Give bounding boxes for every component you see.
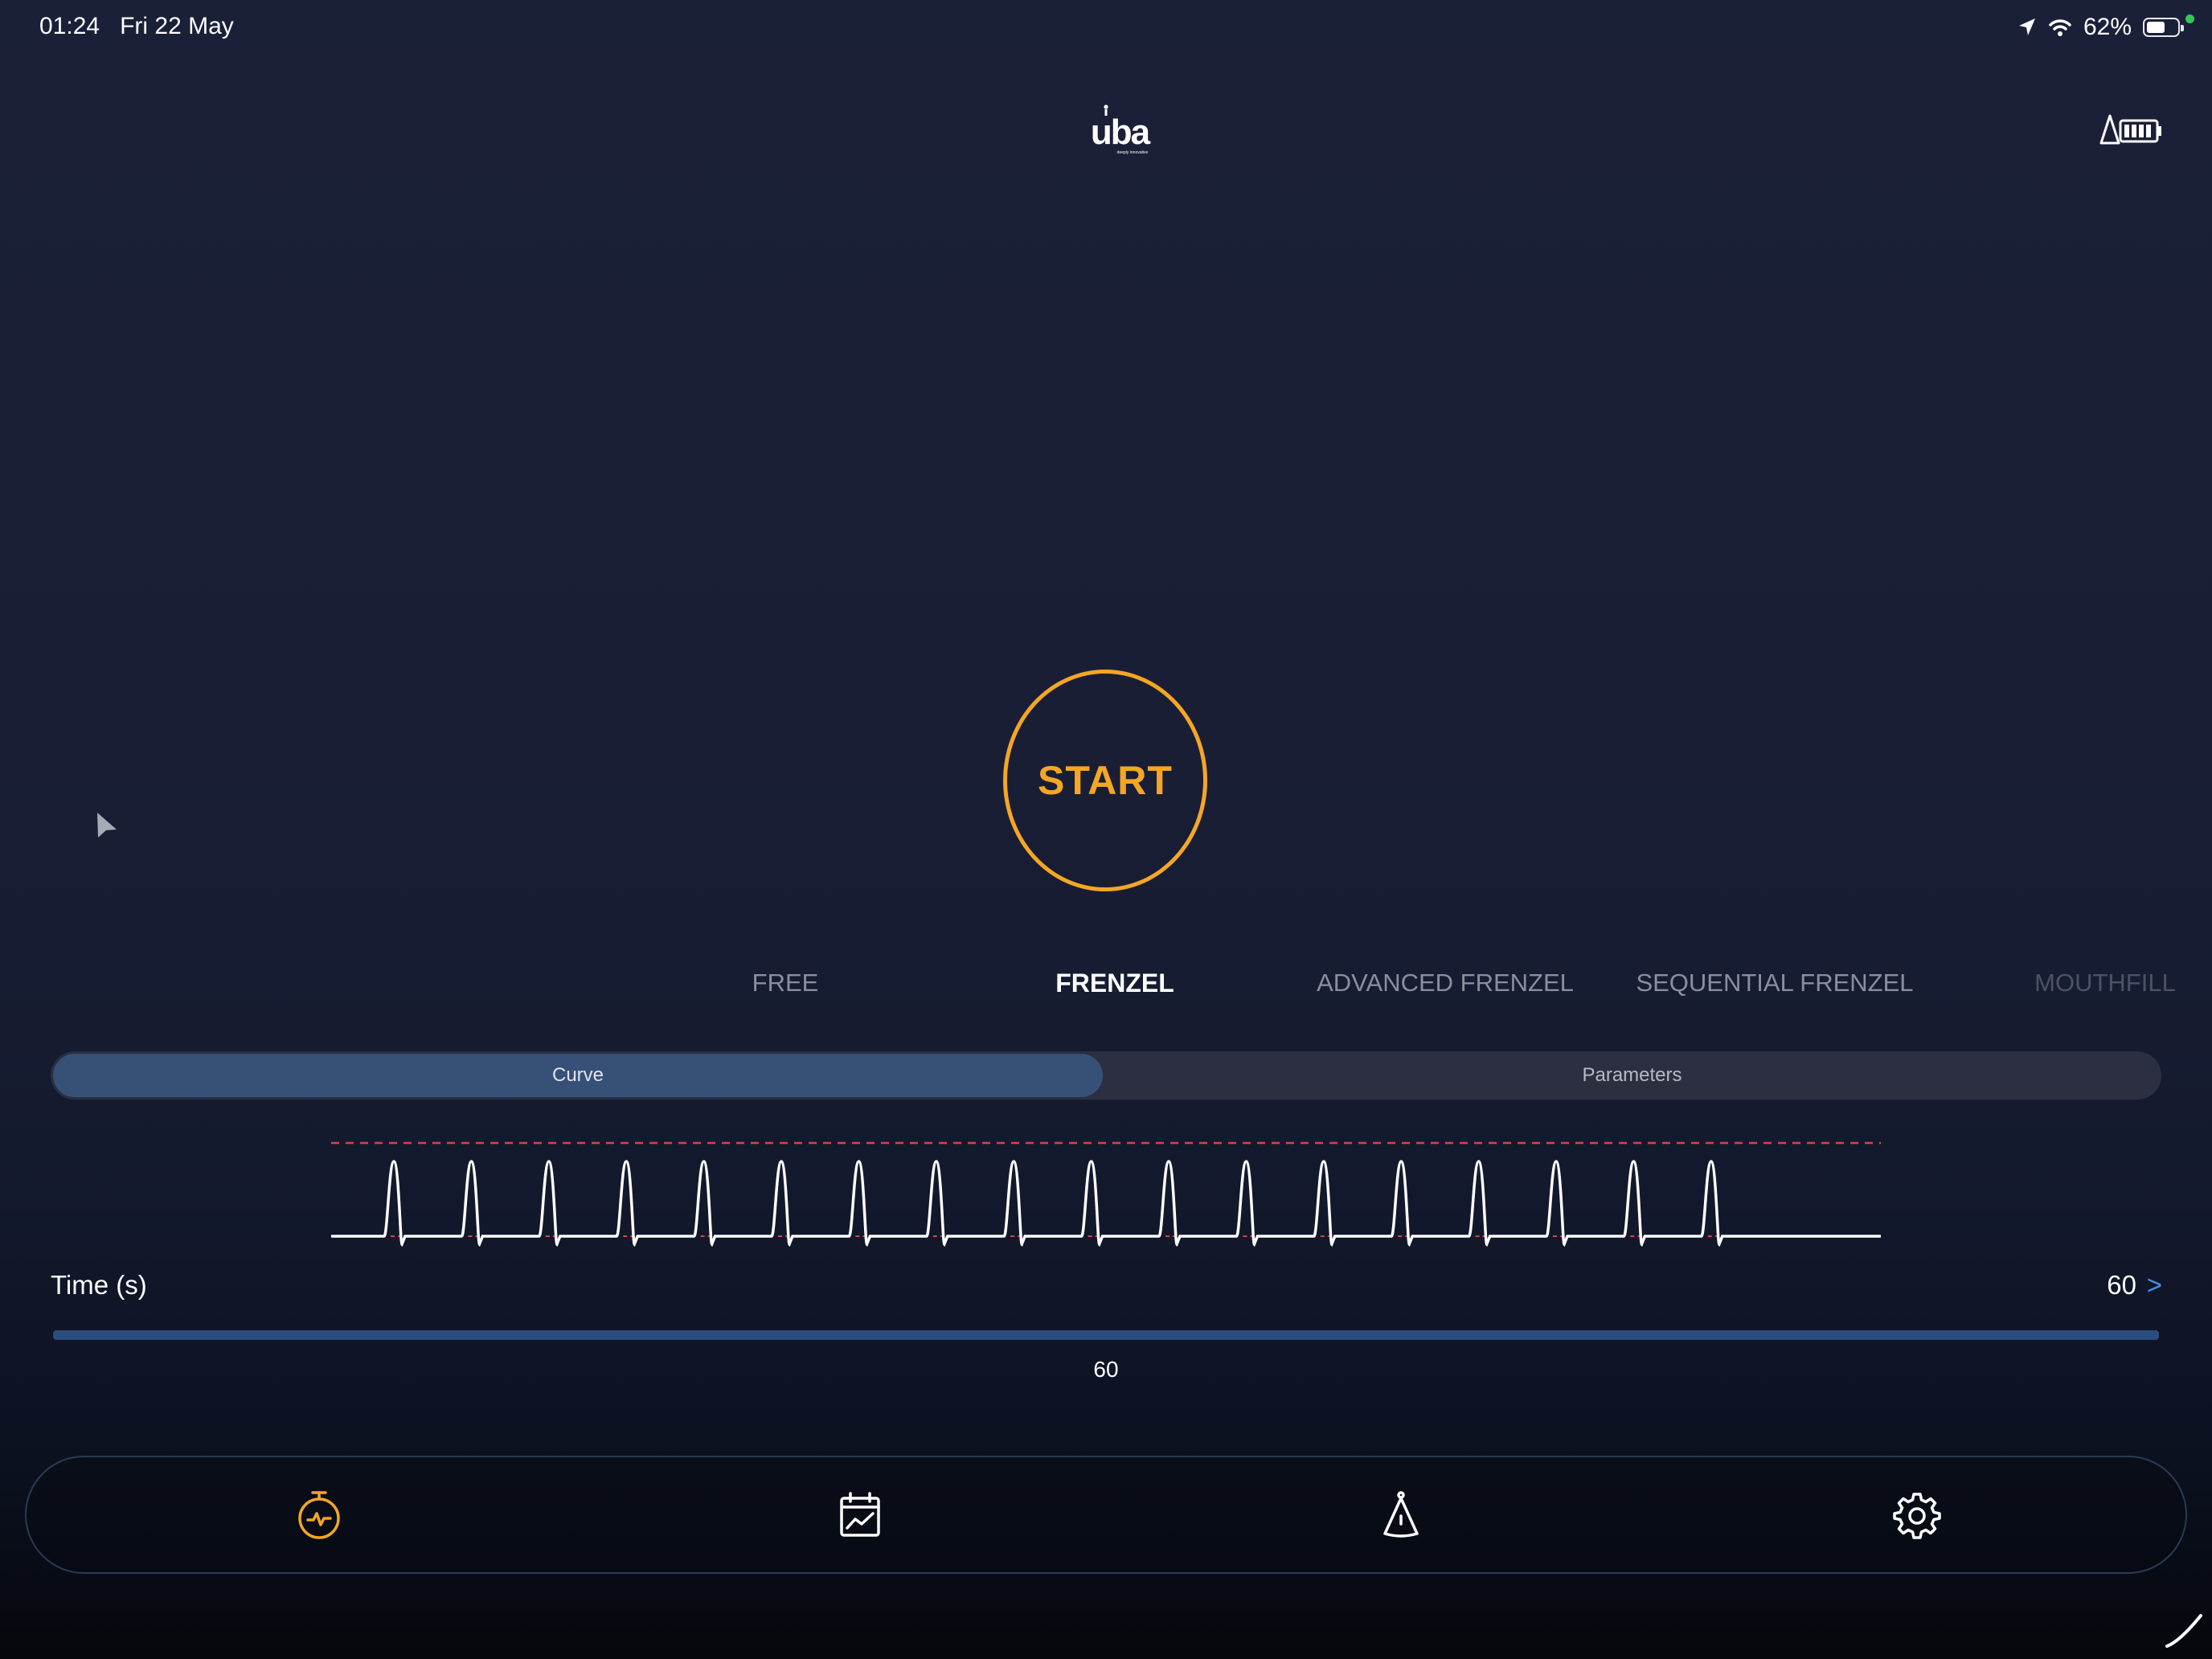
segment-curve[interactable]: Curve (53, 1054, 1103, 1097)
start-button-label: START (1038, 758, 1173, 803)
time-setting-value[interactable]: 60 (2107, 1270, 2136, 1301)
wifi-icon (2049, 19, 2071, 36)
time-setting-chevron-icon[interactable]: > (2147, 1270, 2162, 1301)
mode-tab-mouthfill[interactable]: MOUTHFILL (2034, 969, 2176, 997)
cone-sensor-icon (1383, 1490, 1419, 1538)
segment-curve-label: Curve (551, 1064, 604, 1086)
mode-tab-free[interactable]: FREE (752, 969, 819, 997)
stopwatch-icon (298, 1490, 340, 1539)
curve-parameters-segmented-control: Curve Parameters (51, 1051, 2161, 1100)
mode-tab-advanced-frenzel[interactable]: ADVANCED FRENZEL (1317, 969, 1574, 997)
bottom-tab-bar (25, 1456, 2187, 1574)
battery-percent: 62% (2083, 14, 2132, 40)
start-button[interactable]: START (1003, 670, 1207, 891)
pressure-curve-preview (331, 1141, 1881, 1247)
curve-pulse-line (331, 1160, 1881, 1247)
curve-pulses (331, 1160, 1881, 1247)
time-slider-value-text: 60 (1093, 1357, 1119, 1382)
mode-tab-sequential-frenzel[interactable]: SEQUENTIAL FRENZEL (1636, 969, 1913, 997)
pointer-cursor-icon (97, 813, 117, 838)
uba-logo: uba deeply innovative (1091, 104, 1153, 155)
segment-parameters[interactable]: Parameters (1103, 1051, 2161, 1100)
time-slider[interactable] (53, 1330, 2159, 1340)
battery-icon (2143, 14, 2194, 37)
mode-tab-frenzel[interactable]: FRENZEL (1055, 969, 1174, 998)
calendar-chart-icon (840, 1491, 880, 1537)
status-indicators: 62% (2017, 11, 2194, 43)
tab-history[interactable] (812, 1457, 908, 1572)
status-time: 01:24 (39, 13, 100, 39)
logo-wordmark: uba (1091, 113, 1151, 152)
tab-training[interactable] (271, 1457, 367, 1572)
segment-parameters-label: Parameters (1582, 1064, 1682, 1086)
status-date: Fri 22 May (120, 13, 234, 39)
status-time-date: 01:24 Fri 22 May (39, 13, 234, 40)
tab-device[interactable] (1353, 1457, 1449, 1572)
tab-settings[interactable] (1869, 1457, 1965, 1572)
device-battery-icon[interactable] (2099, 113, 2164, 148)
pencil-indicator-icon (2165, 1614, 2202, 1648)
location-arrow-icon (2018, 18, 2035, 35)
time-setting-label: Time (s) (51, 1270, 147, 1300)
gear-icon (1893, 1492, 1941, 1539)
logo-tagline: deeply innovative (1117, 150, 1149, 155)
privacy-indicator-dot (2185, 14, 2194, 23)
